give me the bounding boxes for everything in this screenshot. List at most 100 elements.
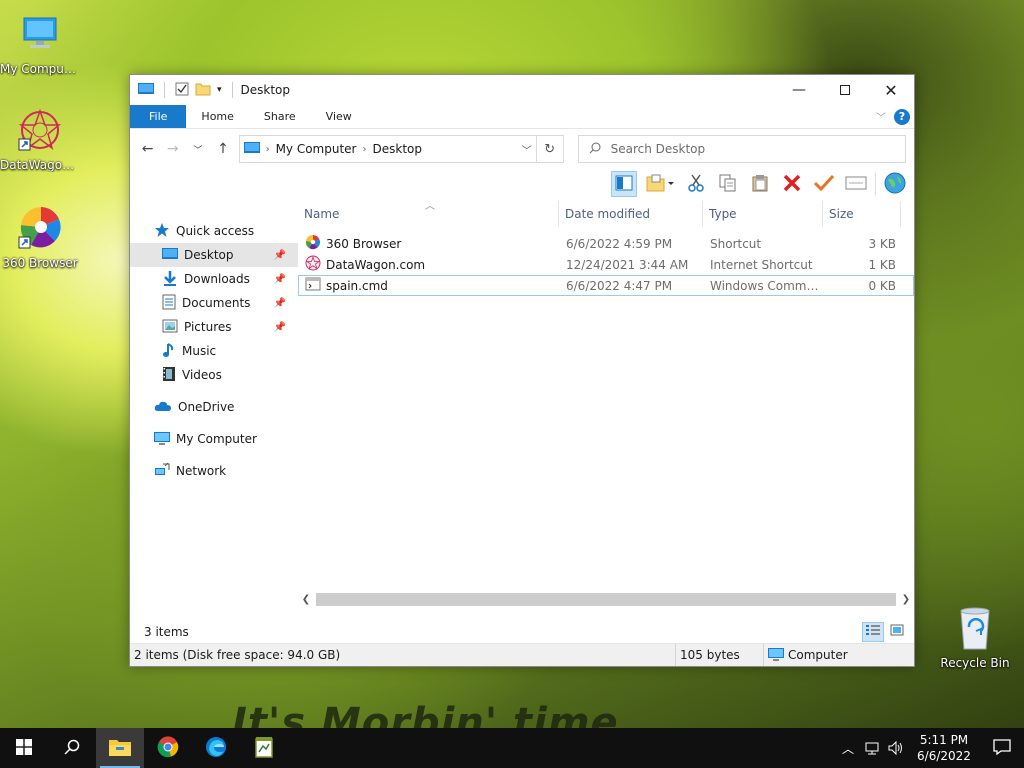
- show-hidden-icons-icon[interactable]: ︿: [836, 740, 860, 757]
- search-box[interactable]: Search Desktop: [577, 135, 906, 163]
- nav-quick-access[interactable]: Quick access: [130, 219, 298, 243]
- breadcrumb-desktop[interactable]: Desktop: [373, 142, 423, 156]
- quick-access-toolbar: ▾: [138, 82, 237, 99]
- tab-home[interactable]: Home: [186, 105, 248, 128]
- scrollbar-thumb[interactable]: [316, 593, 896, 606]
- close-button[interactable]: ✕: [868, 75, 914, 105]
- taskbar-file-explorer[interactable]: [96, 728, 144, 768]
- nav-downloads[interactable]: Downloads 📌: [130, 267, 298, 291]
- star-icon: [154, 222, 170, 241]
- taskbar-edge[interactable]: [192, 728, 240, 768]
- folder-options-button[interactable]: [643, 171, 677, 197]
- clock[interactable]: 5:11 PM 6/6/2022: [908, 732, 980, 764]
- file-type: Shortcut: [710, 236, 762, 251]
- 360-browser-icon: [16, 204, 64, 252]
- forward-button[interactable]: →: [163, 141, 182, 157]
- minimize-button[interactable]: —: [776, 75, 822, 105]
- taskbar-chrome[interactable]: [144, 728, 192, 768]
- large-icons-view-icon: [890, 624, 904, 639]
- tab-share[interactable]: Share: [249, 105, 311, 128]
- computer-icon: [243, 141, 260, 158]
- tab-file[interactable]: File: [130, 105, 187, 128]
- windows-logo-icon: [16, 738, 32, 758]
- file-row-spain-cmd[interactable]: spain.cmd 6/6/2022 4:47 PM Windows Comma…: [298, 275, 914, 296]
- rename-button[interactable]: [843, 171, 869, 197]
- action-center-button[interactable]: [980, 738, 1024, 758]
- desktop-icon-recycle-bin[interactable]: Recycle Bin: [935, 604, 1015, 670]
- computer-icon: [154, 431, 170, 448]
- search-input[interactable]: Search Desktop: [611, 142, 706, 156]
- back-button[interactable]: ←: [138, 141, 157, 157]
- address-dropdown-icon[interactable]: ﹀: [522, 142, 532, 157]
- properties-button[interactable]: [811, 171, 837, 197]
- location-status: Computer: [764, 644, 848, 666]
- globe-icon: [884, 172, 906, 197]
- status-bar: 2 items (Disk free space: 94.0 GB) 105 b…: [130, 643, 914, 666]
- nav-onedrive[interactable]: OneDrive: [130, 395, 298, 419]
- nav-desktop[interactable]: Desktop 📌: [130, 243, 298, 267]
- column-size[interactable]: Size: [823, 201, 901, 227]
- scroll-left-icon[interactable]: ❮: [298, 594, 314, 605]
- search-button[interactable]: [48, 728, 96, 768]
- network-globe-button[interactable]: [882, 171, 908, 197]
- scissors-icon: [688, 174, 704, 195]
- volume-icon[interactable]: [884, 741, 908, 755]
- nav-network[interactable]: Network: [130, 459, 298, 483]
- breadcrumb-chevron-icon[interactable]: ›: [363, 144, 367, 155]
- scroll-right-icon[interactable]: ❯: [898, 594, 914, 605]
- preview-pane-button[interactable]: [611, 171, 637, 197]
- system-tray: ︿ 5:11 PM 6/6/2022: [836, 728, 1024, 768]
- start-button[interactable]: [0, 728, 48, 768]
- recent-locations-button[interactable]: ﹀: [188, 143, 207, 156]
- clock-date: 6/6/2022: [917, 749, 971, 763]
- file-row-datawagon[interactable]: DataWagon.com 12/24/2021 3:44 AM Interne…: [298, 254, 914, 275]
- cut-button[interactable]: [683, 171, 709, 197]
- file-list[interactable]: ︿ Name Date modified Type Size 360 Brows…: [298, 201, 914, 620]
- file-date: 12/24/2021 3:44 AM: [566, 257, 689, 272]
- desktop-icon-360-browser[interactable]: 360 Browser: [0, 204, 80, 270]
- new-folder-icon[interactable]: [195, 82, 211, 99]
- tab-view[interactable]: View: [311, 105, 367, 128]
- file-row-360-browser[interactable]: 360 Browser 6/6/2022 4:59 PM Shortcut 3 …: [298, 233, 914, 254]
- search-icon: [64, 739, 80, 758]
- expand-ribbon-icon[interactable]: ﹀: [876, 109, 886, 124]
- large-icons-view-button[interactable]: [886, 622, 908, 642]
- copy-button[interactable]: [715, 171, 741, 197]
- file-explorer-window[interactable]: ▾ Desktop — ✕ File Home Share View ﹀ ? ←…: [129, 74, 915, 667]
- nav-documents[interactable]: Documents 📌: [130, 291, 298, 315]
- desktop-icon-my-computer[interactable]: My Computer: [0, 10, 80, 76]
- desktop-icon-datawagon[interactable]: DataWagon.com: [0, 106, 80, 172]
- datawagon-icon: [305, 255, 321, 274]
- nav-pictures[interactable]: Pictures 📌: [130, 315, 298, 339]
- horizontal-scrollbar[interactable]: ❮ ❯: [298, 591, 914, 608]
- customize-qat-icon[interactable]: ▾: [217, 85, 222, 95]
- maximize-icon: [840, 85, 850, 95]
- column-type[interactable]: Type: [703, 201, 823, 227]
- navigation-pane[interactable]: Quick access Desktop 📌 Downloads 📌 Docum…: [130, 201, 298, 620]
- maximize-button[interactable]: [822, 75, 868, 105]
- up-button[interactable]: ↑: [213, 141, 232, 157]
- network-status-icon[interactable]: [860, 741, 884, 755]
- paste-button[interactable]: [747, 171, 773, 197]
- videos-icon: [162, 366, 176, 385]
- taskbar-notepad-app[interactable]: [240, 728, 288, 768]
- refresh-button[interactable]: ↻: [536, 135, 564, 163]
- address-bar[interactable]: › My Computer › Desktop ﹀: [238, 135, 537, 163]
- paste-icon: [751, 174, 769, 195]
- nav-my-computer[interactable]: My Computer: [130, 427, 298, 451]
- help-icon[interactable]: ?: [894, 108, 910, 125]
- column-date-modified[interactable]: Date modified: [559, 201, 703, 227]
- breadcrumb-chevron-icon[interactable]: ›: [266, 144, 270, 155]
- properties-icon[interactable]: [175, 82, 189, 99]
- close-icon: ✕: [884, 80, 898, 100]
- file-type: Windows Comma...: [710, 278, 824, 293]
- nav-music[interactable]: Music: [130, 339, 298, 363]
- title-bar[interactable]: ▾ Desktop — ✕: [130, 75, 914, 105]
- details-view-button[interactable]: [862, 621, 884, 642]
- music-icon: [162, 342, 176, 361]
- file-type: Internet Shortcut: [710, 257, 813, 272]
- delete-button[interactable]: [779, 171, 805, 197]
- breadcrumb-my-computer[interactable]: My Computer: [276, 142, 357, 156]
- window-desktop-icon: [138, 82, 154, 99]
- nav-videos[interactable]: Videos: [130, 363, 298, 387]
